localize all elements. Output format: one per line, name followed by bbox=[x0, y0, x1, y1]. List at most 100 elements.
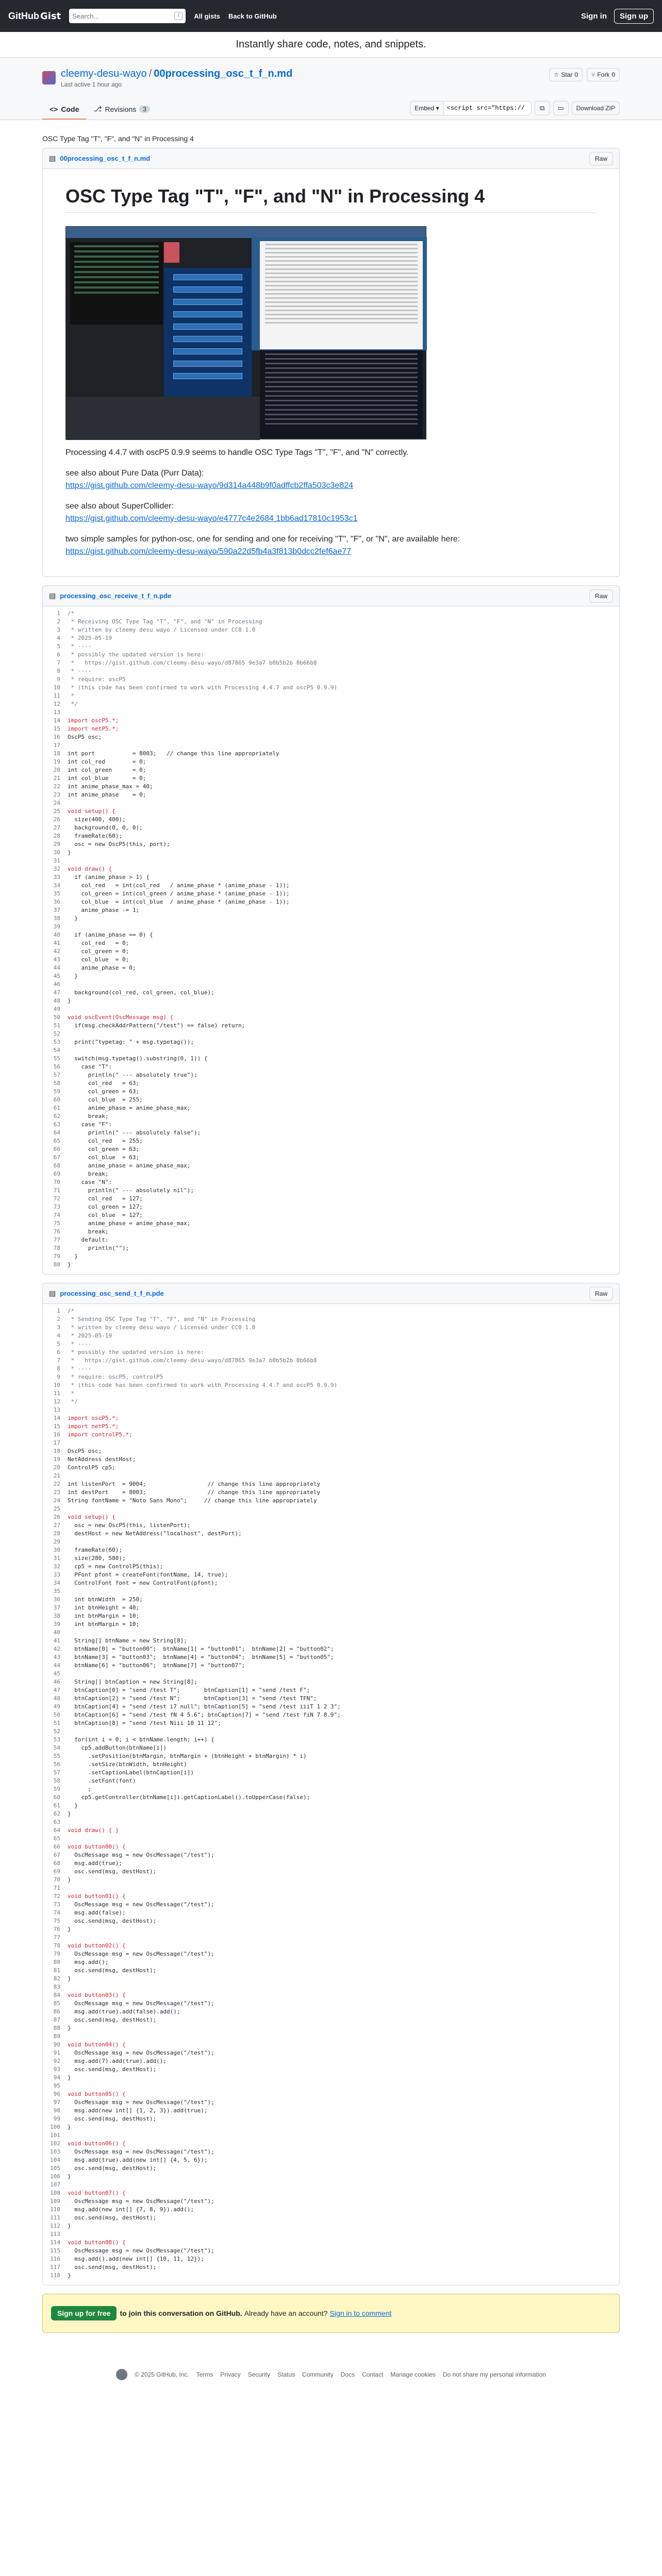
code-line: 2 * Sending OSC Type Tag "T", "F", and "… bbox=[43, 1315, 619, 1324]
search-input[interactable] bbox=[72, 12, 175, 20]
footer-terms[interactable]: Terms bbox=[196, 2371, 213, 2378]
download-zip-button[interactable]: Download ZIP bbox=[571, 101, 620, 115]
tab-revisions[interactable]: ⎇ Revisions 3 bbox=[86, 99, 157, 120]
owner-avatar[interactable] bbox=[42, 71, 56, 84]
line-number: 47 bbox=[53, 989, 60, 996]
code-line: 37 int btnHeight = 40; bbox=[43, 1604, 619, 1612]
line-number: 70 bbox=[53, 1179, 60, 1185]
line-number: 9 bbox=[57, 1374, 60, 1380]
nav-all-gists[interactable]: All gists bbox=[194, 12, 220, 20]
line-number: 25 bbox=[53, 1505, 60, 1512]
code-line: 51 btnCaption[8] = "send /test Niii 10 1… bbox=[43, 1719, 619, 1727]
file-name-link[interactable]: processing_osc_send_t_f_n.pde bbox=[60, 1290, 164, 1297]
embed-select[interactable]: Embed ▾ bbox=[410, 101, 444, 115]
footer-security[interactable]: Security bbox=[248, 2371, 270, 2378]
line-number: 58 bbox=[53, 1080, 60, 1087]
signin-link[interactable]: Sign in bbox=[581, 12, 607, 21]
fork-button[interactable]: ⑂ Fork 0 bbox=[587, 68, 620, 81]
copy-icon[interactable]: ⧉ bbox=[534, 101, 550, 115]
owner-link[interactable]: cleemy-desu-wayo bbox=[61, 68, 147, 79]
tab-revisions-label: Revisions bbox=[105, 105, 137, 113]
line-code: col_green = int(col_green / anime_phase … bbox=[68, 890, 290, 897]
line-code: OscMessage msg = new OscMessage("/test")… bbox=[68, 2099, 214, 2106]
desktop-icon[interactable]: ▭ bbox=[553, 101, 569, 115]
embed-url-input[interactable] bbox=[443, 101, 532, 115]
nav-back-to-github[interactable]: Back to GitHub bbox=[228, 12, 277, 20]
footer-copyright: © 2025 GitHub, Inc. bbox=[135, 2371, 189, 2378]
footer-community[interactable]: Community bbox=[302, 2371, 334, 2378]
footer-contact[interactable]: Contact bbox=[362, 2371, 383, 2378]
line-number: 41 bbox=[53, 940, 60, 946]
line-code: void setup() { bbox=[68, 808, 115, 815]
line-number: 66 bbox=[53, 1843, 60, 1850]
line-code: col_blue = 255; bbox=[68, 1096, 143, 1103]
line-code: col_red = int(col_red / anime_phase * (a… bbox=[68, 882, 290, 889]
code-line: 2 * Receiving OSC Type Tag "T", "F", and… bbox=[43, 618, 619, 626]
signin-comment-link[interactable]: Sign in to comment bbox=[330, 2309, 392, 2317]
line-code: btnCaption[2] = "send /test N"; btnCapti… bbox=[68, 1695, 317, 1702]
code-line: 59 col_green = 63; bbox=[43, 1088, 619, 1096]
raw-button[interactable]: Raw bbox=[589, 1286, 613, 1300]
line-number: 11 bbox=[53, 1390, 60, 1397]
code-line: 78 void button02() { bbox=[43, 1942, 619, 1950]
footer-manage-cookies[interactable]: Manage cookies bbox=[390, 2371, 435, 2378]
line-number: 39 bbox=[53, 1621, 60, 1628]
file-name-link[interactable]: processing_osc_receive_t_f_n.pde bbox=[60, 592, 171, 600]
code-line: 18 int port = 8003; // change this line a… bbox=[43, 750, 619, 758]
line-number: 2 bbox=[57, 618, 60, 625]
tab-code[interactable]: <> Code bbox=[42, 100, 87, 120]
code-line: 91 OscMessage msg = new OscMessage("/tes… bbox=[43, 2049, 619, 2057]
line-number: 53 bbox=[53, 1736, 60, 1743]
gist-name-link[interactable]: 00processing_osc_t_f_n.md bbox=[154, 68, 292, 79]
supercollider-link[interactable]: https://gist.github.com/cleemy-desu-wayo… bbox=[65, 514, 358, 523]
line-code: void button01() { bbox=[68, 1893, 126, 1900]
line-code: int col_red = 0; bbox=[68, 758, 146, 765]
line-number: 16 bbox=[53, 734, 60, 740]
code-line: 29 osc = new OscP5(this, port); bbox=[43, 840, 619, 849]
line-code: osc.send(msg, destHost); bbox=[68, 2016, 157, 2023]
search-box[interactable]: / bbox=[69, 9, 186, 23]
line-code: int col_green = 0; bbox=[68, 767, 146, 773]
code-line: 99 osc.send(msg, destHost); bbox=[43, 2115, 619, 2123]
line-code: case "N": bbox=[68, 1179, 112, 1185]
star-button[interactable]: ☆ Star 0 bbox=[549, 68, 583, 81]
line-code: } bbox=[68, 1261, 71, 1268]
signup-free-button[interactable]: Sign up for free bbox=[51, 2306, 117, 2320]
line-number: 80 bbox=[53, 1261, 60, 1268]
line-number: 7 bbox=[57, 659, 60, 666]
code-line: 27 background(0, 0, 0); bbox=[43, 824, 619, 832]
code-line: 23 int destPort = 8003; // change this li… bbox=[43, 1488, 619, 1497]
line-code: * require: oscP5, controlP5 bbox=[68, 1374, 163, 1380]
line-code: col_blue = 63; bbox=[68, 1154, 140, 1161]
line-code: OscMessage msg = new OscMessage("/test")… bbox=[68, 2148, 214, 2155]
line-number: 113 bbox=[50, 2231, 60, 2238]
footer-do-not-share[interactable]: Do not share my personal information bbox=[443, 2371, 546, 2378]
code-line: 44 anime_phase = 0; bbox=[43, 964, 619, 972]
line-number: 42 bbox=[53, 948, 60, 955]
line-code: } bbox=[68, 2025, 71, 2031]
python-osc-link[interactable]: https://gist.github.com/cleemy-desu-wayo… bbox=[65, 547, 351, 556]
footer-privacy[interactable]: Privacy bbox=[220, 2371, 240, 2378]
file-name-link[interactable]: 00processing_osc_t_f_n.md bbox=[60, 155, 150, 162]
footer-status[interactable]: Status bbox=[277, 2371, 295, 2378]
code-line: 92 msg.add(7).add(true).add(); bbox=[43, 2057, 619, 2065]
line-number: 19 bbox=[53, 758, 60, 765]
line-number: 102 bbox=[50, 2140, 60, 2147]
puredata-link[interactable]: https://gist.github.com/cleemy-desu-wayo… bbox=[65, 481, 353, 490]
line-code: col_green = 63; bbox=[68, 1146, 140, 1153]
signup-button[interactable]: Sign up bbox=[614, 8, 654, 24]
line-number: 91 bbox=[53, 2049, 60, 2056]
line-number: 46 bbox=[53, 981, 60, 988]
line-code: frameRate(60); bbox=[68, 833, 122, 839]
line-code: void button05() { bbox=[68, 2091, 126, 2097]
code-line: 32 cp5 = new ControlP5(this); bbox=[43, 1563, 619, 1571]
footer-docs[interactable]: Docs bbox=[341, 2371, 355, 2378]
gist-logo[interactable]: GitHub Gist bbox=[8, 11, 61, 22]
line-code: OscMessage msg = new OscMessage("/test")… bbox=[68, 2198, 214, 2205]
code-file-icon: ▤ bbox=[49, 1289, 56, 1297]
line-number: 19 bbox=[53, 1456, 60, 1463]
line-number: 59 bbox=[53, 1088, 60, 1095]
raw-button[interactable]: Raw bbox=[589, 151, 613, 165]
line-code: * https://gist.github.com/cleemy-desu-wa… bbox=[68, 659, 317, 666]
raw-button[interactable]: Raw bbox=[589, 589, 613, 603]
